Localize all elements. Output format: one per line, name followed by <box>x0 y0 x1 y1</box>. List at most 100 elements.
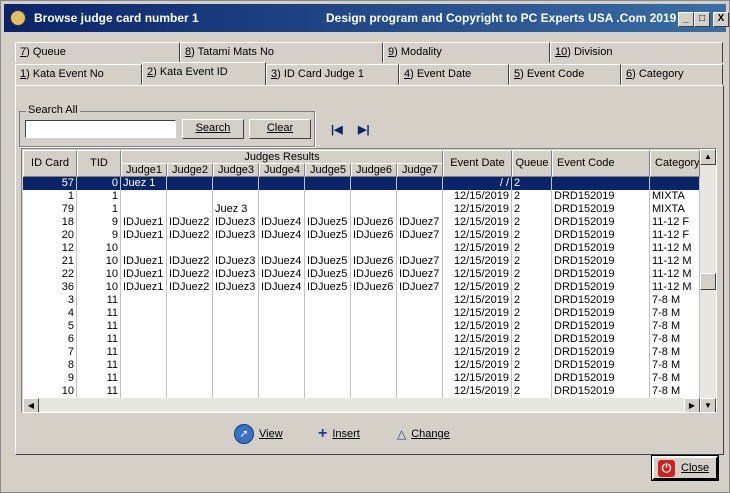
table-cell <box>259 385 305 398</box>
table-cell <box>213 320 259 333</box>
records-grid[interactable]: ID Card TID Judges Results Judge1 Judge2… <box>21 148 717 413</box>
scroll-right-icon[interactable]: ▶ <box>684 398 700 412</box>
table-cell: DRD152019 <box>552 333 650 346</box>
table-cell <box>259 190 305 203</box>
search-button[interactable]: Search <box>182 119 244 139</box>
table-cell <box>351 359 397 372</box>
tab-tatami-mats[interactable]: 8) Tatami Mats No <box>180 42 383 63</box>
table-row[interactable]: 10 11 12/15/2019 2 DRD152019 7-8 M <box>23 385 700 398</box>
table-cell: 2 <box>512 333 552 346</box>
header-id-card[interactable]: ID Card <box>23 150 77 177</box>
table-row[interactable]: 4 11 12/15/2019 2 DRD152019 7-8 M <box>23 307 700 320</box>
tab-event-date[interactable]: 4) Event Date <box>399 64 509 85</box>
scroll-down-icon[interactable]: ▼ <box>700 398 716 412</box>
table-cell: Juez 1 <box>121 177 167 190</box>
table-cell <box>259 294 305 307</box>
tab-kata-event-id[interactable]: 2) Kata Event ID <box>142 62 266 85</box>
tab-category[interactable]: 6) Category <box>621 64 723 85</box>
scroll-thumb[interactable] <box>700 273 716 290</box>
first-record-icon[interactable]: |◀ <box>331 123 343 136</box>
table-cell <box>351 307 397 320</box>
grid-rows[interactable]: 57 0 Juez 1/ /2 1 1 12/15/2019 2 DRD152019 MIXTA… <box>23 177 700 398</box>
header-judge1[interactable]: Judge1 <box>121 163 167 177</box>
scroll-left-icon[interactable]: ◀ <box>23 398 39 412</box>
header-judge6[interactable]: Judge6 <box>351 163 397 177</box>
table-cell: 12/15/2019 <box>443 320 512 333</box>
close-button[interactable]: ⏻ Close <box>651 455 719 481</box>
search-input[interactable] <box>25 120 176 138</box>
table-row[interactable]: 18 9 IDJuez1 IDJuez2 IDJuez3 IDJuez4 IDJuez5 ID… <box>23 216 700 229</box>
header-judge4[interactable]: Judge4 <box>259 163 305 177</box>
tab-division[interactable]: 10) Division <box>550 42 723 63</box>
table-row[interactable]: 3 11 12/15/2019 2 DRD152019 7-8 M <box>23 294 700 307</box>
scroll-up-icon[interactable]: ▲ <box>700 149 716 165</box>
header-queue[interactable]: Queue <box>512 150 552 177</box>
tab-queue[interactable]: 7) Queue <box>15 42 180 63</box>
table-cell: 7-8 M <box>650 320 700 333</box>
table-cell: 2 <box>512 229 552 242</box>
table-cell: DRD152019 <box>552 242 650 255</box>
table-cell <box>213 190 259 203</box>
view-button[interactable]: ➚ View <box>234 424 283 444</box>
table-cell: 6 <box>23 333 77 346</box>
table-cell: IDJuez5 <box>305 268 351 281</box>
tab-event-code[interactable]: 5) Event Code <box>509 64 621 85</box>
table-cell: IDJuez3 <box>213 281 259 294</box>
table-row[interactable]: 6 11 12/15/2019 2 DRD152019 7-8 M <box>23 333 700 346</box>
table-row[interactable]: 7 11 12/15/2019 2 DRD152019 7-8 M <box>23 346 700 359</box>
minimize-button[interactable]: _ <box>678 12 694 27</box>
table-cell: 7-8 M <box>650 307 700 320</box>
table-cell: 2 <box>512 242 552 255</box>
table-row[interactable]: 79 1 Juez 3 12/15/2019 2 DRD152019 MIXTA <box>23 203 700 216</box>
last-record-icon[interactable]: ▶| <box>358 123 370 136</box>
insert-button[interactable]: + Insert <box>318 424 360 444</box>
header-category[interactable]: Category <box>650 150 700 177</box>
table-cell: IDJuez7 <box>397 216 443 229</box>
table-cell: 11-12 M <box>650 242 700 255</box>
tab-modality[interactable]: 9) Modality <box>383 42 550 63</box>
header-event-date[interactable]: Event Date <box>443 150 512 177</box>
power-icon: ⏻ <box>658 459 675 477</box>
tab-id-card-judge-1[interactable]: 3) ID Card Judge 1 <box>266 64 399 85</box>
header-judge2[interactable]: Judge2 <box>167 163 213 177</box>
table-row[interactable]: 12 10 12/15/2019 2 DRD152019 11-12 M <box>23 242 700 255</box>
horizontal-scrollbar[interactable]: ◀ ▶ <box>23 398 700 412</box>
table-cell <box>213 242 259 255</box>
table-cell: IDJuez4 <box>259 268 305 281</box>
table-cell <box>305 385 351 398</box>
table-cell: 11 <box>77 346 121 359</box>
change-button[interactable]: △ Change <box>397 424 450 444</box>
table-cell: 2 <box>512 255 552 268</box>
table-cell: IDJuez7 <box>397 268 443 281</box>
table-cell <box>213 346 259 359</box>
table-row[interactable]: 1 1 12/15/2019 2 DRD152019 MIXTA <box>23 190 700 203</box>
header-judge5[interactable]: Judge5 <box>305 163 351 177</box>
table-row[interactable]: 8 11 12/15/2019 2 DRD152019 7-8 M <box>23 359 700 372</box>
table-cell: 12/15/2019 <box>443 294 512 307</box>
table-row[interactable]: 22 10 IDJuez1 IDJuez2 IDJuez3 IDJuez4 IDJuez5 I… <box>23 268 700 281</box>
table-cell: 11 <box>77 320 121 333</box>
table-row[interactable]: 5 11 12/15/2019 2 DRD152019 7-8 M <box>23 320 700 333</box>
table-cell <box>213 372 259 385</box>
clear-button[interactable]: Clear <box>249 119 311 139</box>
vertical-scrollbar[interactable]: ▲ ▼ <box>700 149 716 412</box>
header-event-code[interactable]: Event Code <box>552 150 650 177</box>
title-bar[interactable]: Browse judge card number 1 Design progra… <box>4 4 729 32</box>
table-row[interactable]: 36 10 IDJuez1 IDJuez2 IDJuez3 IDJuez4 IDJuez5 I… <box>23 281 700 294</box>
table-cell: 12/15/2019 <box>443 372 512 385</box>
close-window-button[interactable]: X <box>713 12 729 27</box>
table-row[interactable]: 20 9 IDJuez1 IDJuez2 IDJuez3 IDJuez4 IDJuez5 ID… <box>23 229 700 242</box>
header-tid[interactable]: TID <box>77 150 121 177</box>
table-cell <box>305 359 351 372</box>
header-judge7[interactable]: Judge7 <box>397 163 443 177</box>
table-cell <box>167 346 213 359</box>
table-row[interactable]: 21 10 IDJuez1 IDJuez2 IDJuez3 IDJuez4 IDJuez5 I… <box>23 255 700 268</box>
table-cell: 2 <box>512 216 552 229</box>
table-row[interactable]: 9 11 12/15/2019 2 DRD152019 7-8 M <box>23 372 700 385</box>
table-row[interactable]: 57 0 Juez 1 / /2 <box>23 177 700 190</box>
tab-kata-event-no[interactable]: 1) Kata Event No <box>15 64 142 85</box>
maximize-button[interactable]: □ <box>694 12 710 27</box>
table-cell: IDJuez6 <box>351 255 397 268</box>
table-cell <box>397 320 443 333</box>
header-judge3[interactable]: Judge3 <box>213 163 259 177</box>
